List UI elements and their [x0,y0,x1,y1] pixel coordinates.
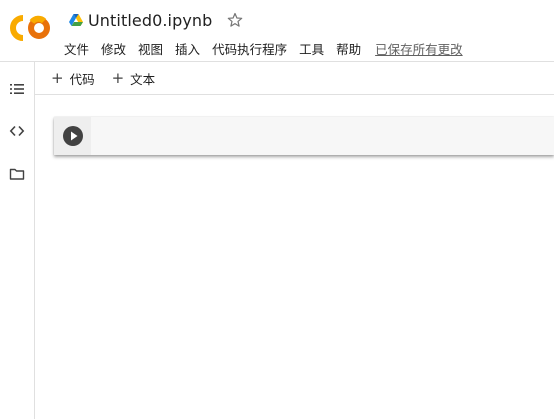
add-code-cell-button[interactable]: + 代码 [51,69,95,88]
add-text-label: 文本 [130,71,156,87]
cell-gutter [54,117,91,155]
left-sidebar [0,62,35,419]
code-snippets-icon [9,125,25,137]
table-of-contents-button[interactable] [8,80,26,98]
header: Untitled0.ipynb 文件 修改 视图 插入 代码执行程序 工具 帮助… [0,0,554,62]
plus-icon: + [111,68,125,87]
menu-file[interactable]: 文件 [64,39,89,58]
colab-logo-icon[interactable] [10,14,52,42]
menu-view[interactable]: 视图 [138,39,163,58]
title-row: Untitled0.ipynb [69,9,243,31]
add-text-cell-button[interactable]: + 文本 [112,69,156,88]
add-code-label: 代码 [69,71,95,87]
run-cell-button[interactable] [63,126,83,146]
plus-icon: + [51,68,64,87]
menu-edit[interactable]: 修改 [101,39,126,58]
code-editor[interactable] [91,117,554,155]
menu-bar: 文件 修改 视图 插入 代码执行程序 工具 帮助 已保存所有更改 [64,38,475,58]
colab-notebook-window: Untitled0.ipynb 文件 修改 视图 插入 代码执行程序 工具 帮助… [0,0,554,419]
notebook-toolbar: + 代码 + 文本 [35,62,554,95]
files-button[interactable] [8,165,26,183]
star-icon[interactable] [227,12,243,28]
menu-help[interactable]: 帮助 [336,39,361,58]
table-of-contents-icon [10,84,24,94]
play-icon [71,131,78,141]
menu-tools[interactable]: 工具 [299,39,324,58]
menu-runtime[interactable]: 代码执行程序 [212,39,287,58]
google-drive-icon[interactable] [69,13,83,27]
save-status-link[interactable]: 已保存所有更改 [375,39,463,58]
folder-icon [9,168,25,180]
menu-insert[interactable]: 插入 [175,39,200,58]
document-title[interactable]: Untitled0.ipynb [88,11,212,30]
code-snippets-button[interactable] [8,122,26,140]
code-cell[interactable] [54,117,554,155]
